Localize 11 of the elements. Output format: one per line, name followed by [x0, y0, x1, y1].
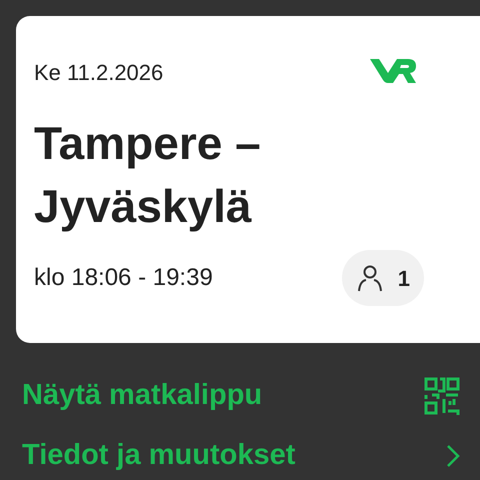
action-label: Tiedot ja muutokset — [22, 438, 296, 474]
passenger-count: 1 — [398, 264, 410, 292]
travel-date: Ke 11.2.2026 — [34, 60, 164, 86]
person-icon — [356, 264, 384, 292]
route-title: Tampere – Jyväskylä — [34, 116, 262, 234]
action-row[interactable]: Näytä matkalippu — [22, 367, 460, 425]
departure-time: klo 18:06 - 19:39 — [34, 263, 213, 293]
qr-code-icon — [424, 377, 460, 415]
action-row[interactable]: Tiedot ja muutokset — [22, 427, 460, 480]
chevron-right-icon — [446, 444, 460, 468]
action-label: Näytä matkalippu — [22, 378, 262, 414]
